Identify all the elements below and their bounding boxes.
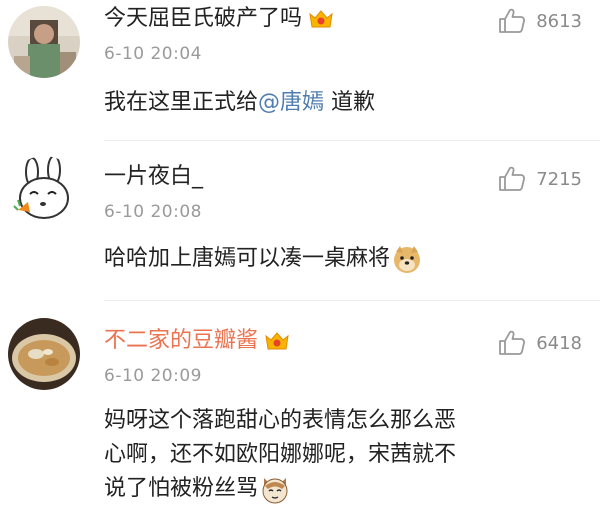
username[interactable]: 一片夜白_: [104, 164, 203, 190]
like-button[interactable]: 6418: [498, 330, 582, 356]
comment-text-part: 道歉: [324, 90, 376, 115]
vip-crown-icon: [264, 330, 290, 352]
comment-text-part: 说了怕被粉丝骂: [104, 476, 259, 501]
avatar[interactable]: [8, 156, 80, 228]
comment-text: 我在这里正式给@唐嫣 道歉: [104, 86, 580, 120]
comment-text: 妈呀这个落跑甜心的表情怎么那么恶 心啊，还不如欧阳娜娜呢，宋茜就不 说了怕被粉丝…: [104, 404, 580, 506]
comment-text-line: 心啊，还不如欧阳娜娜呢，宋茜就不: [104, 442, 457, 467]
comment-timestamp: 6-10 20:04: [104, 44, 202, 64]
like-count: 8613: [536, 10, 582, 32]
comment-text: 哈哈加上唐嫣可以凑一桌麻将: [104, 242, 580, 276]
comment-3: 不二家的豆瓣酱 6-10 20:09 6418 妈呀这个落跑甜心的表情怎么那么恶…: [0, 312, 600, 531]
like-count: 7215: [536, 168, 582, 190]
username-text[interactable]: 今天屈臣氏破产了吗: [104, 6, 302, 32]
username[interactable]: 今天屈臣氏破产了吗: [104, 6, 334, 32]
comment-1: 今天屈臣氏破产了吗 6-10 20:04 8613 我在这里正式给@唐嫣 道歉: [0, 0, 600, 135]
username-text[interactable]: 一片夜白_: [104, 164, 203, 190]
doge-emoji-icon: [392, 244, 422, 274]
thumbs-up-icon: [499, 330, 526, 355]
comment-text-part: 哈哈加上唐嫣可以凑一桌麻将: [104, 246, 391, 271]
comment-timestamp: 6-10 20:08: [104, 202, 202, 222]
comment-2: 一片夜白_ 6-10 20:08 7215 哈哈加上唐嫣可以凑一桌麻将: [0, 150, 600, 290]
like-count: 6418: [536, 332, 582, 354]
comment-timestamp: 6-10 20:09: [104, 366, 202, 386]
divider: [104, 140, 600, 141]
username[interactable]: 不二家的豆瓣酱: [104, 328, 290, 354]
vip-crown-icon: [308, 8, 334, 30]
comment-text-part: 我在这里正式给: [104, 90, 259, 115]
cat-emoji-icon: [260, 474, 290, 504]
divider: [104, 300, 600, 301]
avatar[interactable]: [8, 318, 80, 390]
username-text[interactable]: 不二家的豆瓣酱: [104, 328, 258, 354]
thumbs-up-icon: [499, 8, 526, 33]
like-button[interactable]: 8613: [498, 8, 582, 34]
like-button[interactable]: 7215: [498, 166, 582, 192]
thumbs-up-icon: [499, 166, 526, 191]
comment-text-line-with-emoji: 说了怕被粉丝骂: [104, 472, 580, 506]
avatar[interactable]: [8, 6, 80, 78]
comment-text-line: 妈呀这个落跑甜心的表情怎么那么恶: [104, 408, 457, 433]
mention-link[interactable]: @唐嫣: [258, 90, 324, 115]
